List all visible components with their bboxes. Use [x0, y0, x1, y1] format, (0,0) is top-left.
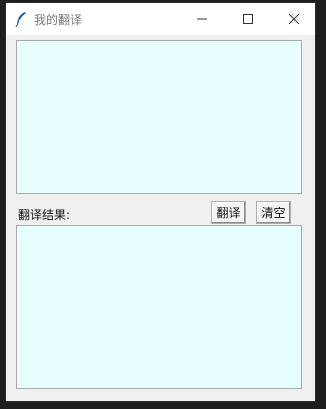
- window-title: 我的翻译: [34, 13, 83, 27]
- close-icon: [289, 14, 299, 24]
- maximize-button[interactable]: [225, 3, 271, 35]
- close-button[interactable]: [271, 3, 317, 35]
- maximize-icon: [243, 14, 253, 24]
- title-bar[interactable]: 我的翻译: [6, 3, 315, 35]
- app-window: 我的翻译 翻译结果: 翻译 清空: [5, 2, 316, 402]
- minimize-icon: [197, 18, 207, 20]
- result-label: 翻译结果:: [18, 208, 71, 222]
- clear-button[interactable]: 清空: [256, 201, 291, 224]
- minimize-button[interactable]: [179, 3, 225, 35]
- feather-icon: [14, 11, 28, 28]
- translate-button[interactable]: 翻译: [211, 201, 246, 224]
- input-text-area[interactable]: [16, 40, 302, 194]
- output-text-area[interactable]: [16, 225, 302, 389]
